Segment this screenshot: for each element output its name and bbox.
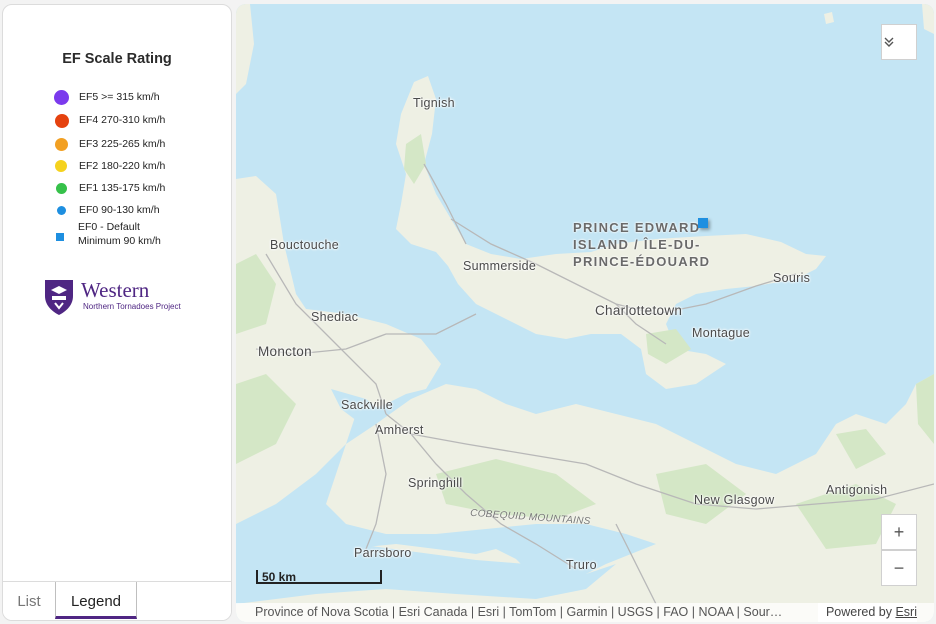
legend-label: EF0 90-130 km/h (79, 204, 160, 216)
tornado-marker-ef0-default[interactable] (698, 218, 708, 228)
place-label-antigonish: Antigonish (826, 483, 888, 497)
place-label-moncton: Moncton (258, 344, 312, 359)
ef0-default-square-icon (56, 233, 64, 241)
place-label-summerside: Summerside (463, 259, 537, 273)
tab-legend[interactable]: Legend (55, 582, 137, 619)
logo-subtitle: Northern Tornadoes Project (83, 302, 181, 311)
place-label-souris: Souris (773, 271, 811, 285)
zoom-in-button[interactable]: + (881, 514, 917, 550)
chevrons-down-icon (884, 37, 894, 47)
legend-label: EF0 - Default Minimum 90 km/h (78, 221, 161, 248)
province-label-pei: PRINCE EDWARD ISLAND / ÎLE-DU- PRINCE-ÉD… (573, 219, 710, 270)
place-label-springhill: Springhill (408, 476, 463, 490)
place-label-bouctouche: Bouctouche (270, 238, 340, 252)
map-attribution: Province of Nova Scotia | Esri Canada | … (236, 603, 934, 622)
legend-item-ef5: EF5 >= 315 km/h (3, 88, 231, 108)
ef2-circle-icon (55, 160, 67, 172)
place-label-amherst: Amherst (375, 423, 424, 437)
legend-title: EF Scale Rating (62, 51, 172, 67)
province-label-line3: PRINCE-ÉDOUARD (573, 254, 711, 269)
powered-by: Powered by Esri (817, 603, 917, 622)
map-view[interactable]: Tignish Bouctouche Summerside Souris Cha… (236, 4, 934, 622)
western-logo: Western Northern Tornadoes Project (43, 278, 203, 320)
tab-list[interactable]: List (3, 582, 55, 619)
legend-item-ef0: EF0 90-130 km/h (3, 200, 231, 220)
attribution-sources[interactable]: Province of Nova Scotia | Esri Canada | … (255, 603, 782, 622)
ef5-circle-icon (54, 90, 69, 105)
legend-label: EF2 180-220 km/h (79, 160, 166, 172)
legend-item-ef0-default: EF0 - Default Minimum 90 km/h (3, 221, 231, 251)
province-label-line2: ISLAND / ÎLE-DU- (573, 237, 701, 252)
ef4-circle-icon (55, 114, 69, 128)
place-label-montague: Montague (692, 326, 750, 340)
place-label-new-glasgow: New Glasgow (694, 493, 775, 507)
ef1-circle-icon (56, 183, 67, 194)
place-label-tignish: Tignish (413, 96, 455, 110)
powered-by-label: Powered by (825, 605, 892, 619)
legend-label: EF4 270-310 km/h (79, 114, 166, 126)
legend-item-ef3: EF3 225-265 km/h (3, 134, 231, 154)
legend-item-ef4: EF4 270-310 km/h (3, 111, 231, 131)
legend-panel: EF Scale Rating EF5 >= 315 km/h EF4 270-… (2, 4, 232, 621)
legend-label-line2: Minimum 90 km/h (78, 234, 161, 247)
place-label-charlottetown: Charlottetown (595, 303, 683, 318)
ef0-circle-icon (57, 206, 66, 215)
collapse-button[interactable] (881, 24, 917, 60)
province-label-line1: PRINCE EDWARD (573, 220, 701, 235)
panel-tabs: List Legend (3, 581, 231, 620)
esri-link[interactable]: Esri (895, 605, 917, 619)
place-label-parrsboro: Parrsboro (354, 546, 412, 560)
ef3-circle-icon (55, 138, 68, 151)
logo-name: Western (81, 278, 150, 302)
legend-label-line1: EF0 - Default (78, 221, 140, 233)
place-label-sackville: Sackville (341, 398, 394, 412)
legend-label: EF1 135-175 km/h (79, 182, 166, 194)
legend-label: EF3 225-265 km/h (79, 138, 166, 150)
zoom-out-button[interactable]: − (881, 550, 917, 586)
scale-bar-label: 50 km (262, 570, 297, 584)
place-label-truro: Truro (566, 558, 597, 572)
shield-icon (45, 280, 73, 315)
legend-label: EF5 >= 315 km/h (79, 91, 160, 103)
legend-item-ef1: EF1 135-175 km/h (3, 178, 231, 198)
legend-item-ef2: EF2 180-220 km/h (3, 156, 231, 176)
place-label-shediac: Shediac (311, 310, 359, 324)
